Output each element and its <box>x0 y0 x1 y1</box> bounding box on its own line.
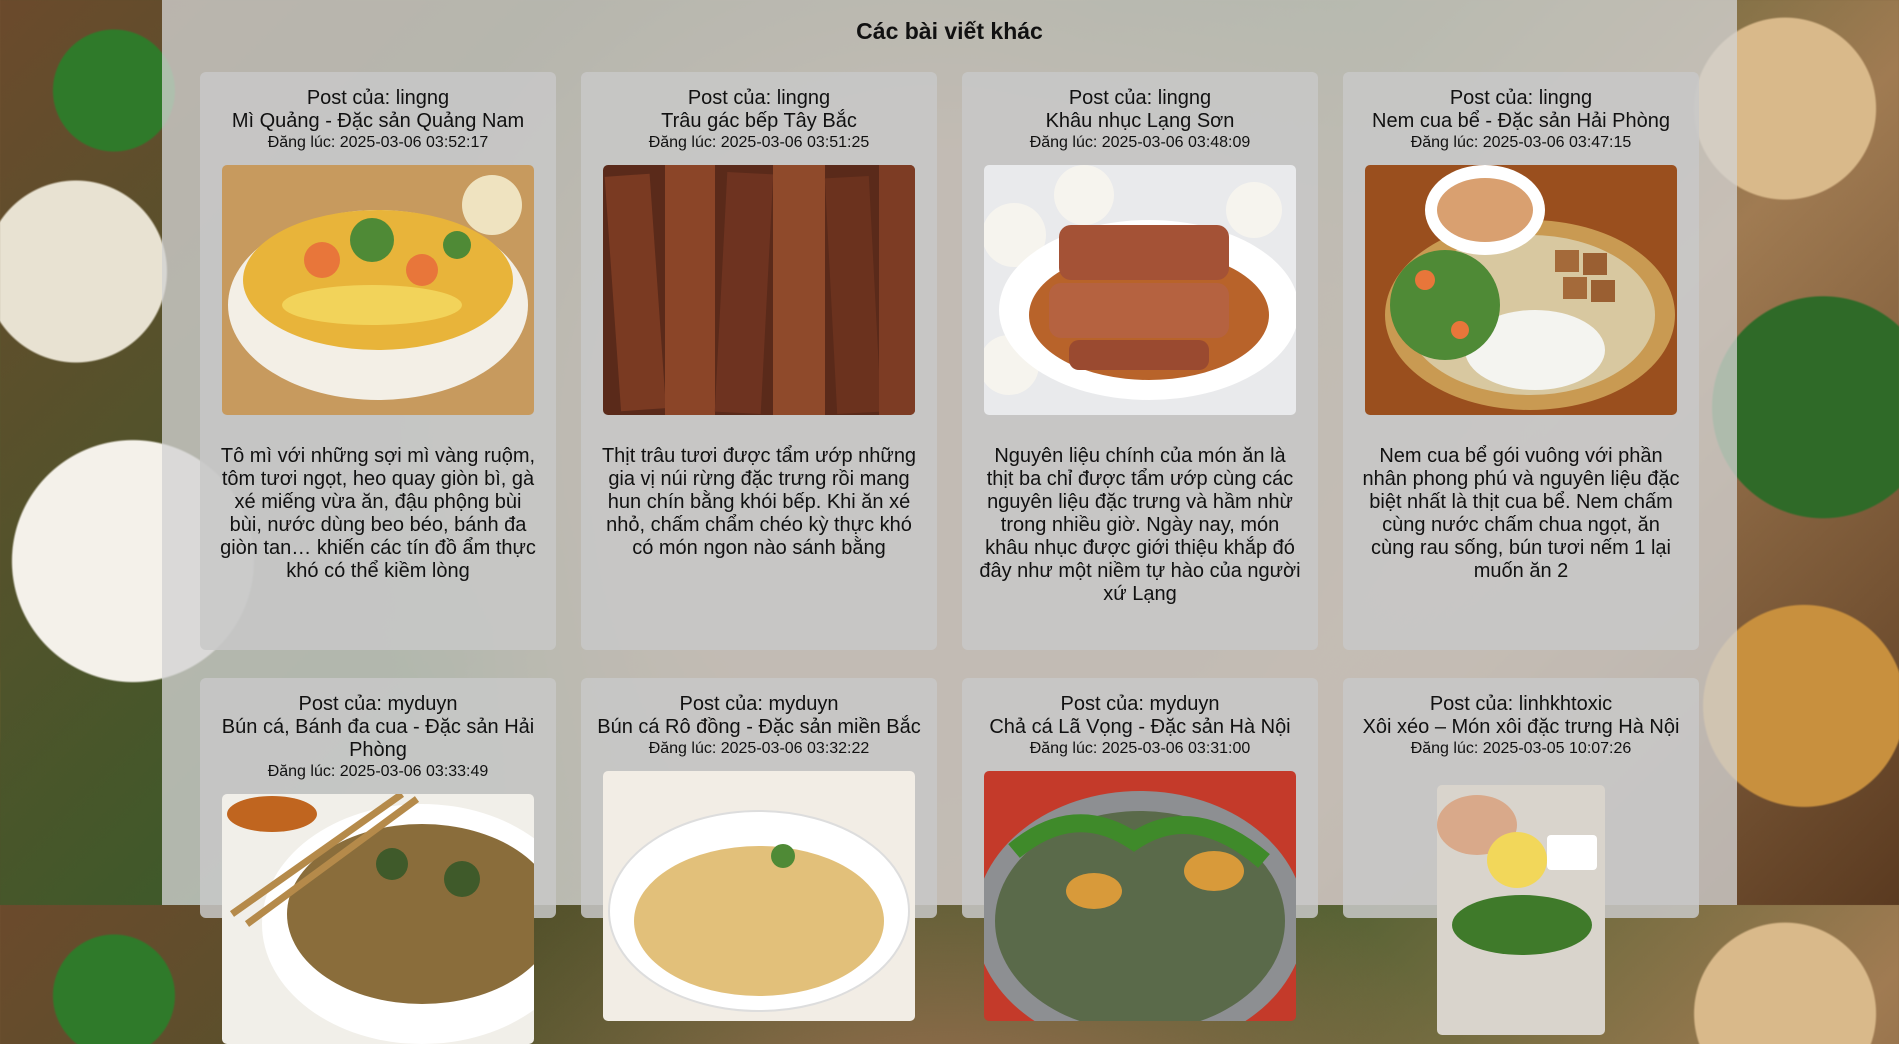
section-title: Các bài viết khác <box>856 18 1043 44</box>
post-card[interactable]: Post của: lingng Khâu nhục Lạng Sơn Đăng… <box>962 72 1318 650</box>
post-card[interactable]: Post của: lingng Mì Quảng - Đặc sản Quản… <box>200 72 556 650</box>
post-title[interactable]: Xôi xéo – Món xôi đặc trưng Hà Nội <box>1343 716 1699 739</box>
post-date: Đăng lúc: 2025-03-06 03:52:17 <box>267 134 489 151</box>
post-card[interactable]: Post của: myduyn Chả cá Lã Vọng - Đặc sả… <box>962 678 1318 1021</box>
post-author: Post của: linhkhtoxic <box>1429 693 1613 715</box>
post-image[interactable] <box>603 165 915 415</box>
post-author: Post của: lingng <box>687 87 831 109</box>
post-card[interactable]: Post của: myduyn Bún cá, Bánh đa cua - Đ… <box>200 678 556 1044</box>
post-date: Đăng lúc: 2025-03-06 03:31:00 <box>1029 740 1251 757</box>
post-title[interactable]: Khâu nhục Lạng Sơn <box>962 110 1318 133</box>
post-title[interactable]: Mì Quảng - Đặc sản Quảng Nam <box>200 110 556 133</box>
post-image[interactable] <box>1437 785 1605 1035</box>
post-date: Đăng lúc: 2025-03-06 03:47:15 <box>1410 134 1632 151</box>
post-card[interactable]: Post của: linhkhtoxic Xôi xéo – Món xôi … <box>1343 678 1699 1035</box>
post-title[interactable]: Bún cá Rô đồng - Đặc sản miền Bắc <box>581 716 937 739</box>
post-title[interactable]: Nem cua bể - Đặc sản Hải Phòng <box>1343 110 1699 133</box>
post-author: Post của: lingng <box>1449 87 1593 109</box>
post-image[interactable] <box>984 771 1296 1021</box>
post-image[interactable] <box>603 771 915 1021</box>
post-title[interactable]: Chả cá Lã Vọng - Đặc sản Hà Nội <box>962 716 1318 739</box>
post-author: Post của: lingng <box>306 87 450 109</box>
post-description: Thịt trâu tươi được tẩm ướp những gia vị… <box>601 445 917 559</box>
post-image[interactable] <box>1365 165 1677 415</box>
post-card[interactable]: Post của: lingng Nem cua bể - Đặc sản Hả… <box>1343 72 1699 650</box>
post-author: Post của: lingng <box>1068 87 1212 109</box>
post-author: Post của: myduyn <box>679 693 839 715</box>
post-title[interactable]: Bún cá, Bánh đa cua - Đặc sản Hải Phòng <box>200 716 556 762</box>
post-image[interactable] <box>222 165 534 415</box>
post-card[interactable]: Post của: myduyn Bún cá Rô đồng - Đặc sả… <box>581 678 937 1021</box>
post-date: Đăng lúc: 2025-03-06 03:33:49 <box>267 763 489 780</box>
post-description: Nem cua bể gói vuông với phần nhân phong… <box>1362 445 1680 582</box>
post-image[interactable] <box>222 794 534 1044</box>
post-author: Post của: myduyn <box>1060 693 1220 715</box>
post-description: Nguyên liệu chính của món ăn là thịt ba … <box>979 445 1301 605</box>
post-date: Đăng lúc: 2025-03-05 10:07:26 <box>1410 740 1632 757</box>
post-date: Đăng lúc: 2025-03-06 03:32:22 <box>648 740 870 757</box>
post-date: Đăng lúc: 2025-03-06 03:48:09 <box>1029 134 1251 151</box>
post-card[interactable]: Post của: lingng Trâu gác bếp Tây Bắc Đă… <box>581 72 937 650</box>
post-date: Đăng lúc: 2025-03-06 03:51:25 <box>648 134 870 151</box>
post-description: Tô mì với những sợi mì vàng ruộm, tôm tư… <box>220 445 536 582</box>
post-author: Post của: myduyn <box>298 693 458 715</box>
post-title[interactable]: Trâu gác bếp Tây Bắc <box>581 110 937 133</box>
post-image[interactable] <box>984 165 1296 415</box>
